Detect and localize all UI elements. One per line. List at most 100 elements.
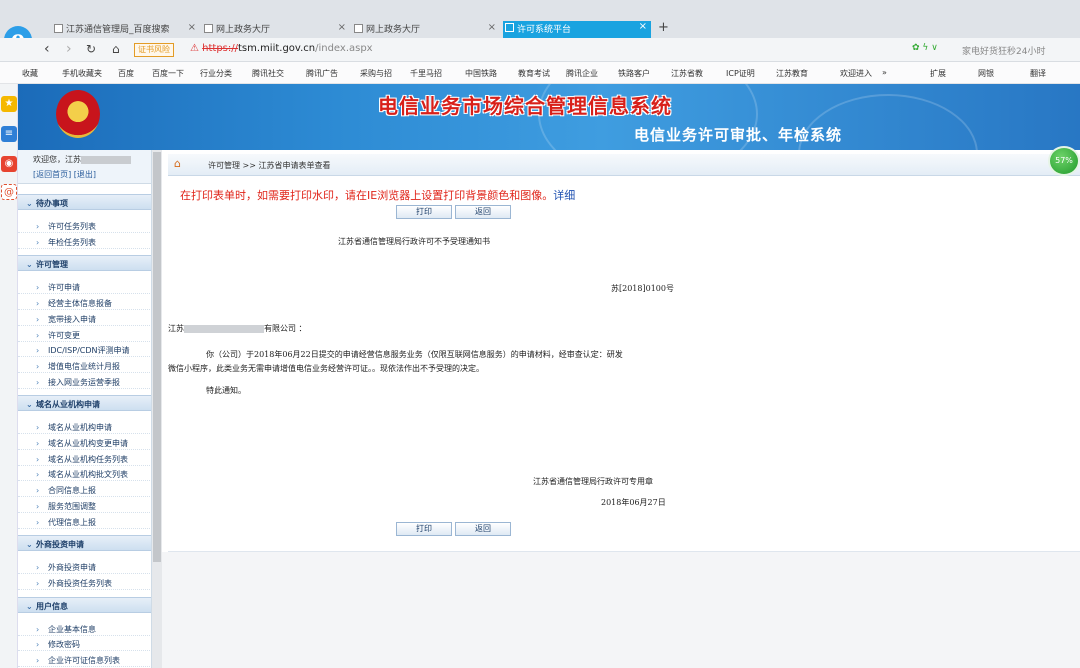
new-tab-button[interactable]: + [658,20,669,35]
favorite-item[interactable]: 铁路客户 [618,68,650,79]
menu-item[interactable]: › 外商投资申请 [18,559,151,575]
menu-item[interactable]: › IDC/ISP/CDN评测申请 [18,342,151,358]
chevron-right-icon: › [36,563,40,573]
national-emblem-icon [56,90,100,138]
promo-text[interactable]: 家电好货狂秒24小时 [962,44,1045,57]
menu-item[interactable]: › 域名从业机构变更申请 [18,435,151,450]
list-icon[interactable]: ≡ [1,126,17,142]
menu-item[interactable]: › 域名从业机构任务列表 [18,451,151,466]
tab-label: 江苏通信管理局_百度搜索 [66,25,170,35]
menu-section-header[interactable]: ⌄ 外商投资申请 [18,535,151,552]
chevron-down-icon: ⌄ [26,540,33,550]
close-icon[interactable]: × [188,22,196,33]
print-tip-details-link[interactable]: 详细 [553,189,575,202]
favorites-bar: 收藏 手机收藏夹 百度 百度一下 行业分类 腾讯社交 腾讯广告 采购与招 千里马招 中国铁路 教育考… [0,62,1080,84]
menu-item[interactable]: › 代理信息上报 [18,514,151,529]
menu-item[interactable]: › 许可申请 [18,279,151,295]
favorite-item[interactable]: ICP证明 [726,68,755,79]
back-button-bottom[interactable]: 返回 [455,522,511,536]
url-scheme: https:// [202,43,239,54]
chevron-right-icon: › [36,423,40,433]
close-icon[interactable]: × [338,22,346,33]
favorite-item[interactable]: » [882,68,887,77]
menu-scrollbar-thumb[interactable] [153,152,161,562]
menu-item-label: 经营主体信息报备 [48,299,112,309]
favorite-item[interactable]: 腾讯企业 [566,68,598,79]
home-logout-links[interactable]: [返回首页] [退出] [33,169,151,180]
print-button-bottom[interactable]: 打印 [396,522,452,536]
favorite-item[interactable]: 千里马招 [410,68,442,79]
tab-gov-hall-1[interactable]: 网上政务大厅 × [202,22,346,38]
menu-item[interactable]: › 服务范围调整 [18,498,151,513]
page-icon [204,24,213,33]
chevron-down-icon: ⌄ [26,601,33,611]
menu-section-header[interactable]: ⌄ 域名从业机构申请 [18,395,151,412]
favorite-item[interactable]: 江苏省教 [671,68,703,79]
favorite-item[interactable]: 百度 [118,68,134,79]
body-line-1: 你（公司）于2018年06月22日提交的申请经营信息服务业务（仅限互联网信息服务… [206,350,623,359]
menu-section-header[interactable]: ⌄ 用户信息 [18,596,151,613]
menu-item[interactable]: › 合同信息上报 [18,482,151,498]
menu-item[interactable]: › 企业许可证信息列表 [18,652,151,667]
weibo-icon[interactable]: ◉ [1,156,17,172]
back-icon[interactable]: ‹ [44,42,50,56]
zoom-indicator[interactable]: 57% [1048,146,1080,176]
menu-section-header[interactable]: ⌄ 许可管理 [18,255,151,272]
menu-item[interactable]: › 外商投资任务列表 [18,575,151,590]
menu-item[interactable]: › 经营主体信息报备 [18,295,151,311]
menu-item[interactable]: › 许可变更 [18,327,151,342]
tab-gov-hall-2[interactable]: 网上政务大厅 × [352,22,496,38]
url-field[interactable]: ⚠ https://tsm.miit.gov.cn/index.aspx [190,43,373,54]
menu-section-title: 用户信息 [36,601,68,611]
menu-item[interactable]: › 接入网业务运营季报 [18,374,151,389]
refresh-icon[interactable]: ↻ [86,42,96,56]
content-background [162,552,1080,668]
chevron-right-icon: › [36,470,40,480]
mail-icon[interactable]: @ [1,184,17,200]
home-icon[interactable]: ⌂ [174,157,181,170]
favorite-item[interactable]: 收藏 [22,68,38,79]
favorite-item[interactable]: 手机收藏夹 [62,68,102,79]
favorite-item[interactable]: 腾讯广告 [306,68,338,79]
tab-license-platform[interactable]: 许可系统平台 × [503,21,651,38]
star-icon[interactable]: ★ [1,96,17,112]
menu-item-label: 许可申请 [48,283,80,293]
favorite-item[interactable]: 行业分类 [200,68,232,79]
menu-item[interactable]: › 年检任务列表 [18,234,151,249]
favorite-item[interactable]: 欢迎进入 [840,68,872,79]
chevron-right-icon: › [36,517,40,527]
menu-item[interactable]: › 许可任务列表 [18,218,151,233]
page-icon [354,24,363,33]
certificate-warning-badge[interactable]: 证书风险 [134,43,174,57]
favorite-item[interactable]: 江苏教育 [776,68,808,79]
chevron-right-icon: › [36,439,40,448]
favorite-item[interactable]: 翻译 [1030,68,1046,79]
back-button[interactable]: 返回 [455,205,511,219]
favorite-item[interactable]: 采购与招 [360,68,392,79]
home-icon[interactable]: ⌂ [112,42,120,56]
close-icon[interactable]: × [488,22,496,33]
breadcrumb-bar: ⌂ 许可管理 >> 江苏省申请表单查看 [168,154,1080,176]
extension-icon[interactable]: ✿ ϟ ∨ [912,43,938,53]
favorite-item[interactable]: 教育考试 [518,68,550,79]
menu-item[interactable]: › 宽带接入申请 [18,311,151,326]
favorite-item[interactable]: 百度一下 [152,68,184,79]
menu-item[interactable]: › 增值电信业统计月报 [18,358,151,373]
chevron-right-icon: › [36,361,40,371]
forward-icon[interactable]: › [66,42,72,56]
seal-text: 江苏省通信管理局行政许可专用章 [533,477,653,486]
welcome-label: 欢迎您，江苏 [33,155,81,164]
menu-item[interactable]: › 域名从业机构批文列表 [18,466,151,482]
menu-item[interactable]: › 企业基本信息 [18,621,151,636]
menu-section-header[interactable]: ⌄ 待办事项 [18,194,151,210]
favorite-item[interactable]: 网银 [978,68,994,79]
favorite-item[interactable]: 扩展 [930,68,946,79]
favorite-item[interactable]: 腾讯社交 [252,68,284,79]
menu-item[interactable]: › 域名从业机构申请 [18,419,151,435]
chevron-right-icon: › [36,237,40,247]
close-icon[interactable]: × [639,21,647,32]
print-button[interactable]: 打印 [396,205,452,219]
favorite-item[interactable]: 中国铁路 [465,68,497,79]
tab-baidu-search[interactable]: 江苏通信管理局_百度搜索 × [52,22,196,38]
menu-item[interactable]: › 修改密码 [18,636,151,652]
